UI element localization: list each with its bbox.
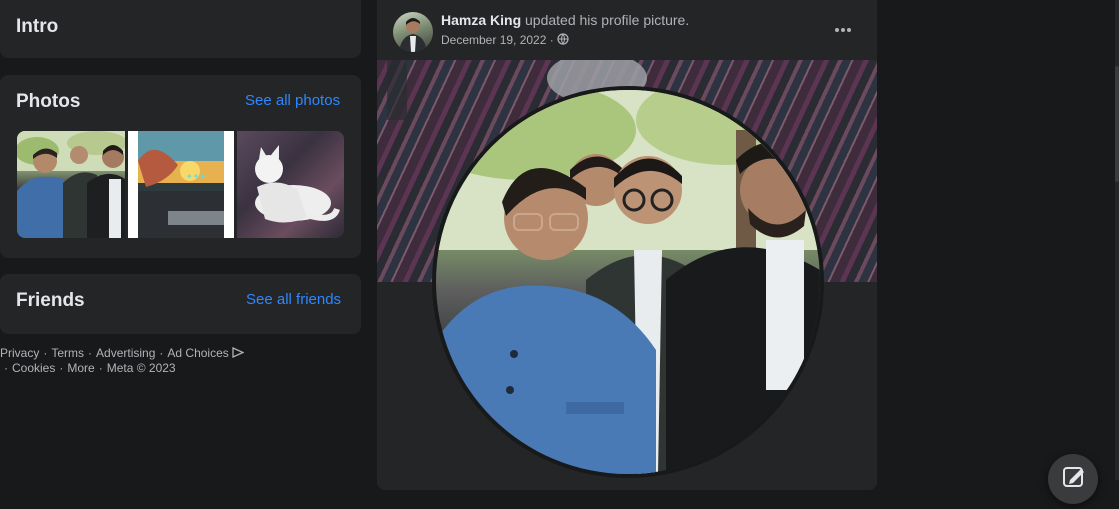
new-message-button[interactable]: [1048, 454, 1098, 504]
photo-group-image: [17, 131, 125, 238]
photo-cat-image: [255, 145, 340, 223]
post-header: Hamza King updated his profile picture.: [441, 12, 689, 28]
footer-link-more[interactable]: More: [67, 361, 94, 375]
friends-title: Friends: [16, 290, 85, 311]
see-all-friends-link[interactable]: See all friends: [246, 291, 341, 308]
footer-separator: ·: [159, 346, 164, 360]
photo-sunset-image: ✦✦✦: [138, 131, 224, 238]
footer-link-cookies[interactable]: Cookies: [12, 361, 55, 375]
footer-link-terms[interactable]: Terms: [51, 346, 84, 360]
globe-icon[interactable]: [557, 33, 569, 45]
post-action-text: updated his profile picture.: [525, 12, 690, 28]
photos-card: Photos See all photos ✦✦✦: [0, 75, 361, 258]
footer-separator: ·: [59, 361, 64, 375]
footer-link-privacy[interactable]: Privacy: [0, 346, 39, 360]
footer-link-ad-choices[interactable]: Ad Choices: [167, 346, 245, 360]
more-horizontal-icon: [847, 28, 851, 32]
ad-choices-label: Ad Choices: [167, 346, 229, 360]
post-author-name[interactable]: Hamza King: [441, 12, 521, 28]
footer-link-advertising[interactable]: Advertising: [96, 346, 155, 360]
footer-links: Privacy · Terms · Advertising · Ad Choices · Co…: [0, 346, 365, 376]
date-separator: ·: [549, 33, 554, 47]
more-horizontal-icon: [841, 28, 845, 32]
see-all-photos-link[interactable]: See all photos: [245, 92, 340, 109]
photos-grid: ✦✦✦: [17, 131, 344, 238]
intro-title: Intro: [16, 16, 59, 37]
profile-picture-post: Hamza King updated his profile picture. …: [377, 0, 877, 490]
post-more-options-button[interactable]: [827, 18, 859, 42]
post-meta: December 19, 2022 ·: [441, 33, 569, 47]
svg-text:✦✦✦: ✦✦✦: [186, 172, 206, 181]
post-date[interactable]: December 19, 2022: [441, 33, 546, 47]
compose-edit-icon: [1063, 467, 1084, 487]
photo-thumbnail-group[interactable]: [17, 131, 125, 238]
more-horizontal-icon: [835, 28, 839, 32]
footer-separator: ·: [98, 361, 103, 375]
ad-choices-icon: [232, 346, 245, 359]
photo-thumbnail-sunset[interactable]: ✦✦✦: [128, 131, 234, 238]
friends-card: Friends See all friends: [0, 274, 361, 334]
photos-title: Photos: [16, 91, 81, 112]
avatar-image: [399, 18, 427, 52]
profile-picture[interactable]: [436, 90, 820, 474]
footer-separator: ·: [4, 361, 8, 375]
footer-separator: ·: [43, 346, 48, 360]
author-avatar[interactable]: [393, 12, 433, 52]
intro-card: Intro: [0, 0, 361, 58]
profile-picture-image: [436, 90, 820, 474]
footer-separator: ·: [88, 346, 93, 360]
page-scrollbar-thumb[interactable]: [1115, 66, 1119, 182]
photo-thumbnail-cat[interactable]: [237, 131, 344, 238]
footer-copyright: Meta © 2023: [106, 361, 176, 375]
